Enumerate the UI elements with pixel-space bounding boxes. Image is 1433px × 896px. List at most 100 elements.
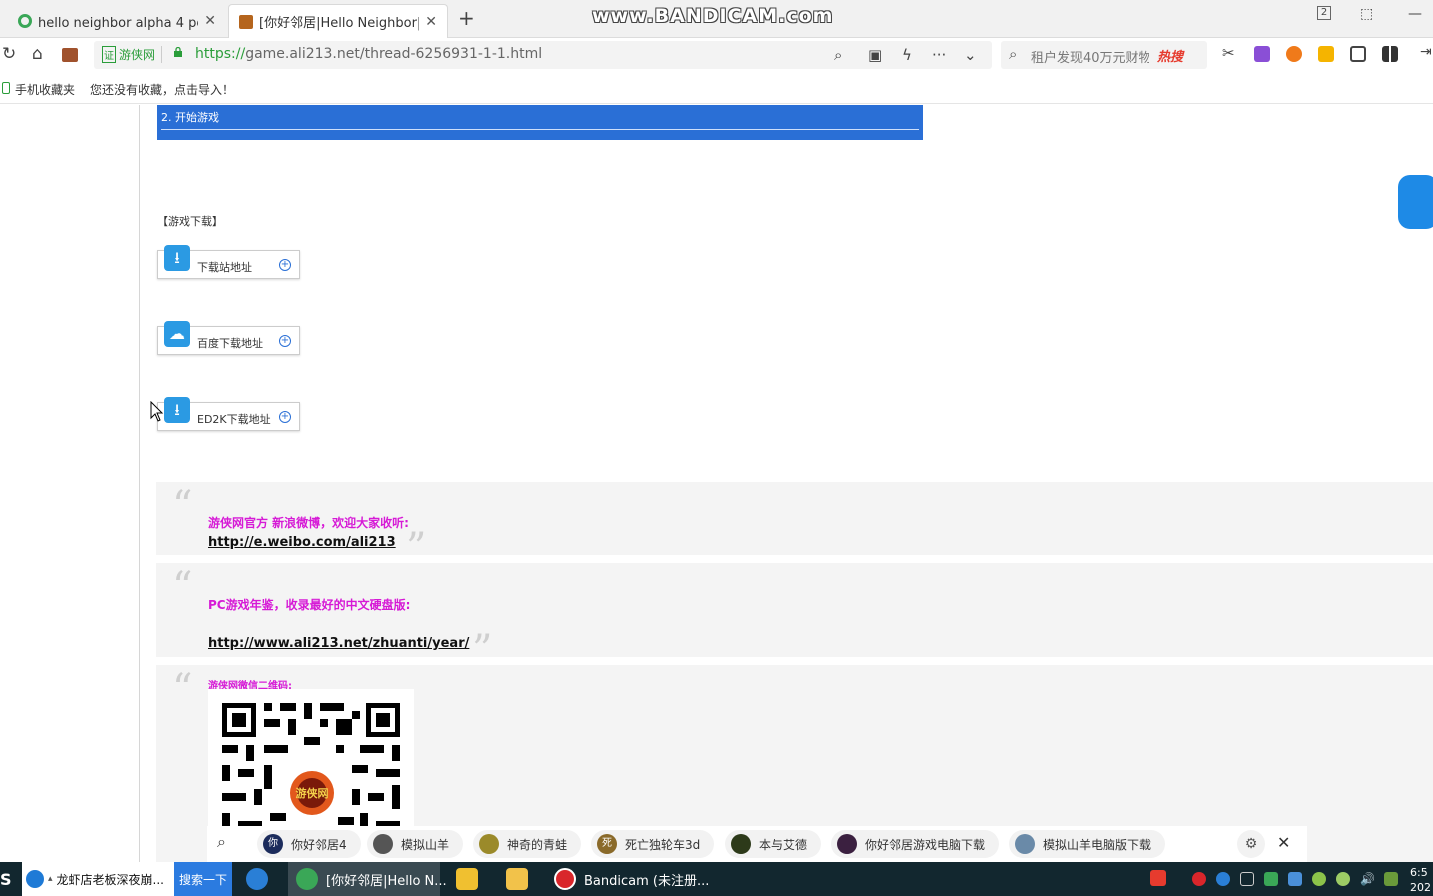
download-icon: ⭳ [164, 397, 190, 423]
hot-search-label[interactable]: 热搜 [1157, 46, 1183, 65]
suggestion-avatar [731, 834, 751, 854]
open-quote-icon: “ [172, 564, 193, 610]
lightning-icon[interactable]: ϟ [902, 46, 912, 64]
app-tray-icon[interactable] [1264, 872, 1278, 886]
sogou-input-icon[interactable] [1150, 870, 1166, 886]
suggestion-label: 你好邻居4 [291, 837, 347, 852]
taskbar-app-bandicam[interactable]: Bandicam (未注册... [554, 862, 709, 896]
store-icon [456, 868, 478, 890]
minimize-button[interactable]: — [1408, 6, 1422, 22]
briefcase-icon[interactable] [62, 48, 78, 62]
yearbook-link[interactable]: http://www.ali213.net/zhuanti/year/ [208, 636, 469, 651]
translate-icon[interactable] [1254, 46, 1270, 62]
site-verify-badge[interactable]: 证游侠网 [102, 46, 163, 63]
suggestion-label: 本与艾德 [759, 837, 808, 852]
taskbar-search-button[interactable]: 搜索一下 [174, 862, 232, 896]
mobile-bookmarks-link[interactable]: 手机收藏夹 [15, 81, 75, 98]
divider [161, 129, 919, 130]
close-icon[interactable]: ✕ [1277, 833, 1290, 852]
app-tray-icon[interactable] [1312, 872, 1326, 886]
reader-icon[interactable] [1350, 46, 1366, 62]
url-text[interactable]: https://game.ali213.net/thread-6256931-1… [195, 46, 542, 62]
wechat-tray-icon[interactable] [1336, 872, 1350, 886]
suggestion-avatar [373, 834, 393, 854]
search-query[interactable]: 租户发现40万元财物 [1031, 47, 1149, 66]
network-icon[interactable] [1240, 872, 1254, 886]
suggestion-chip[interactable]: 神奇的青蛙 [473, 830, 582, 858]
home-icon[interactable]: ⌂ [32, 44, 43, 64]
swift-tray-icon[interactable] [1216, 872, 1230, 886]
suggestion-label: 神奇的青蛙 [507, 837, 568, 852]
download-label: 百度下载地址 [197, 337, 263, 350]
suggestion-label: 死亡独轮车3d [625, 837, 701, 852]
suggestion-avatar [479, 834, 499, 854]
download-site-button[interactable]: ⭳ 下载站地址 + [157, 245, 300, 279]
suggestion-label: 你好邻居游戏电脑下载 [865, 837, 986, 852]
chevron-down-icon[interactable]: ⌄ [964, 46, 977, 64]
floating-share-icon[interactable] [1398, 175, 1433, 229]
address-bar[interactable]: 证游侠网 https://game.ali213.net/thread-6256… [94, 41, 992, 69]
zoom-icon[interactable]: ⌕ [834, 46, 842, 64]
shield-icon[interactable] [1318, 46, 1334, 62]
taskbar-app-browser[interactable]: [你好邻居|Hello N... [288, 862, 447, 896]
tab-ali213-thread[interactable]: [你好邻居|Hello Neighbor|Al ✕ [228, 4, 448, 38]
tab-hello-neighbor-search[interactable]: hello neighbor alpha 4 pc版 ✕ [8, 4, 226, 38]
volume-icon[interactable]: 🔊 [1360, 872, 1375, 886]
url-path: game.ali213.net/thread-6256931-1-1.html [245, 46, 543, 62]
collapse-icon[interactable]: ⇥ [1420, 44, 1432, 60]
taskbar-search-text: 龙虾店老板深夜崩... [56, 872, 164, 887]
image-icon[interactable]: ▣ [868, 46, 882, 64]
taskbar-clock[interactable]: 6:5 202 [1410, 865, 1431, 895]
clock-time: 6:5 [1410, 866, 1428, 879]
taskbar-app-swift[interactable] [246, 862, 276, 896]
close-icon[interactable]: ✕ [425, 14, 437, 30]
suggestion-avatar [1015, 834, 1035, 854]
download-icon: ⭳ [164, 245, 190, 271]
apps-grid-icon[interactable] [1382, 46, 1398, 62]
taskbar-search-field[interactable]: ▴ 龙虾店老板深夜崩... [22, 862, 174, 896]
suggestion-chip[interactable]: 死死亡独轮车3d [591, 830, 715, 858]
taskbar-app-label: [你好邻居|Hello N... [326, 873, 447, 889]
nvidia-icon[interactable] [1384, 872, 1398, 886]
mouse-cursor-icon [150, 401, 164, 422]
record-tray-icon[interactable] [1192, 872, 1206, 886]
url-scheme: https:// [195, 46, 246, 62]
suggestion-chip[interactable]: 你你好邻居4 [257, 830, 361, 858]
app-tray-icon[interactable] [1288, 872, 1302, 886]
suggestion-chip[interactable]: 模拟山羊电脑版下载 [1009, 830, 1166, 858]
gamepad-icon[interactable] [1286, 46, 1302, 62]
import-bookmarks-hint[interactable]: 您还没有收藏，点击导入！ [90, 81, 234, 98]
close-quote-icon: ” [472, 627, 493, 673]
weibo-title: 游侠网官方 新浪微博，欢迎大家收听: [208, 516, 409, 530]
weibo-link[interactable]: http://e.weibo.com/ali213 [208, 535, 396, 550]
plus-icon: + [279, 411, 291, 423]
suggestion-chip[interactable]: 本与艾德 [725, 830, 822, 858]
suggestion-chip[interactable]: 你好邻居游戏电脑下载 [831, 830, 1000, 858]
suggestion-label: 模拟山羊 [401, 837, 450, 852]
skin-icon[interactable]: ⬚ [1360, 6, 1373, 22]
scissors-icon[interactable]: ✂ [1222, 44, 1235, 62]
settings-gear-icon[interactable]: ⚙ [1237, 830, 1265, 858]
suggestion-chip[interactable]: 模拟山羊 [367, 830, 464, 858]
site-name: 游侠网 [119, 48, 156, 62]
close-icon[interactable]: ✕ [204, 13, 216, 29]
taskbar-app-explorer[interactable] [506, 862, 536, 896]
more-icon[interactable]: ··· [932, 46, 946, 64]
close-quote-icon: ” [406, 525, 427, 571]
ed2k-download-button[interactable]: ⭳ ED2K下载地址 + [157, 397, 300, 431]
lock-icon [174, 47, 182, 57]
taskbar-app-label: Bandicam (未注册... [584, 873, 710, 889]
new-tab-button[interactable]: + [458, 6, 475, 30]
search-box[interactable]: ⌕ 租户发现40万元财物 热搜 [1001, 41, 1207, 69]
baidu-download-button[interactable]: ☁ 百度下载地址 + [157, 321, 300, 355]
search-icon[interactable]: ⌕ [217, 832, 226, 852]
tab-count-badge[interactable]: 2 [1317, 6, 1331, 20]
folder-icon [506, 868, 528, 890]
start-button[interactable]: S [0, 862, 20, 896]
tab-title: hello neighbor alpha 4 pc版 [38, 15, 198, 31]
search-suggestion-strip: ⌕ 你你好邻居4 模拟山羊 神奇的青蛙 死死亡独轮车3d 本与艾德 你好邻居游戏… [207, 826, 1307, 862]
windows-taskbar: S ▴ 龙虾店老板深夜崩... 搜索一下 [你好邻居|Hello N... Ba… [0, 862, 1433, 896]
taskbar-app-store[interactable] [456, 862, 486, 896]
reload-icon[interactable]: ↻ [2, 44, 16, 64]
tab-title: [你好邻居|Hello Neighbor|Al [259, 16, 420, 31]
